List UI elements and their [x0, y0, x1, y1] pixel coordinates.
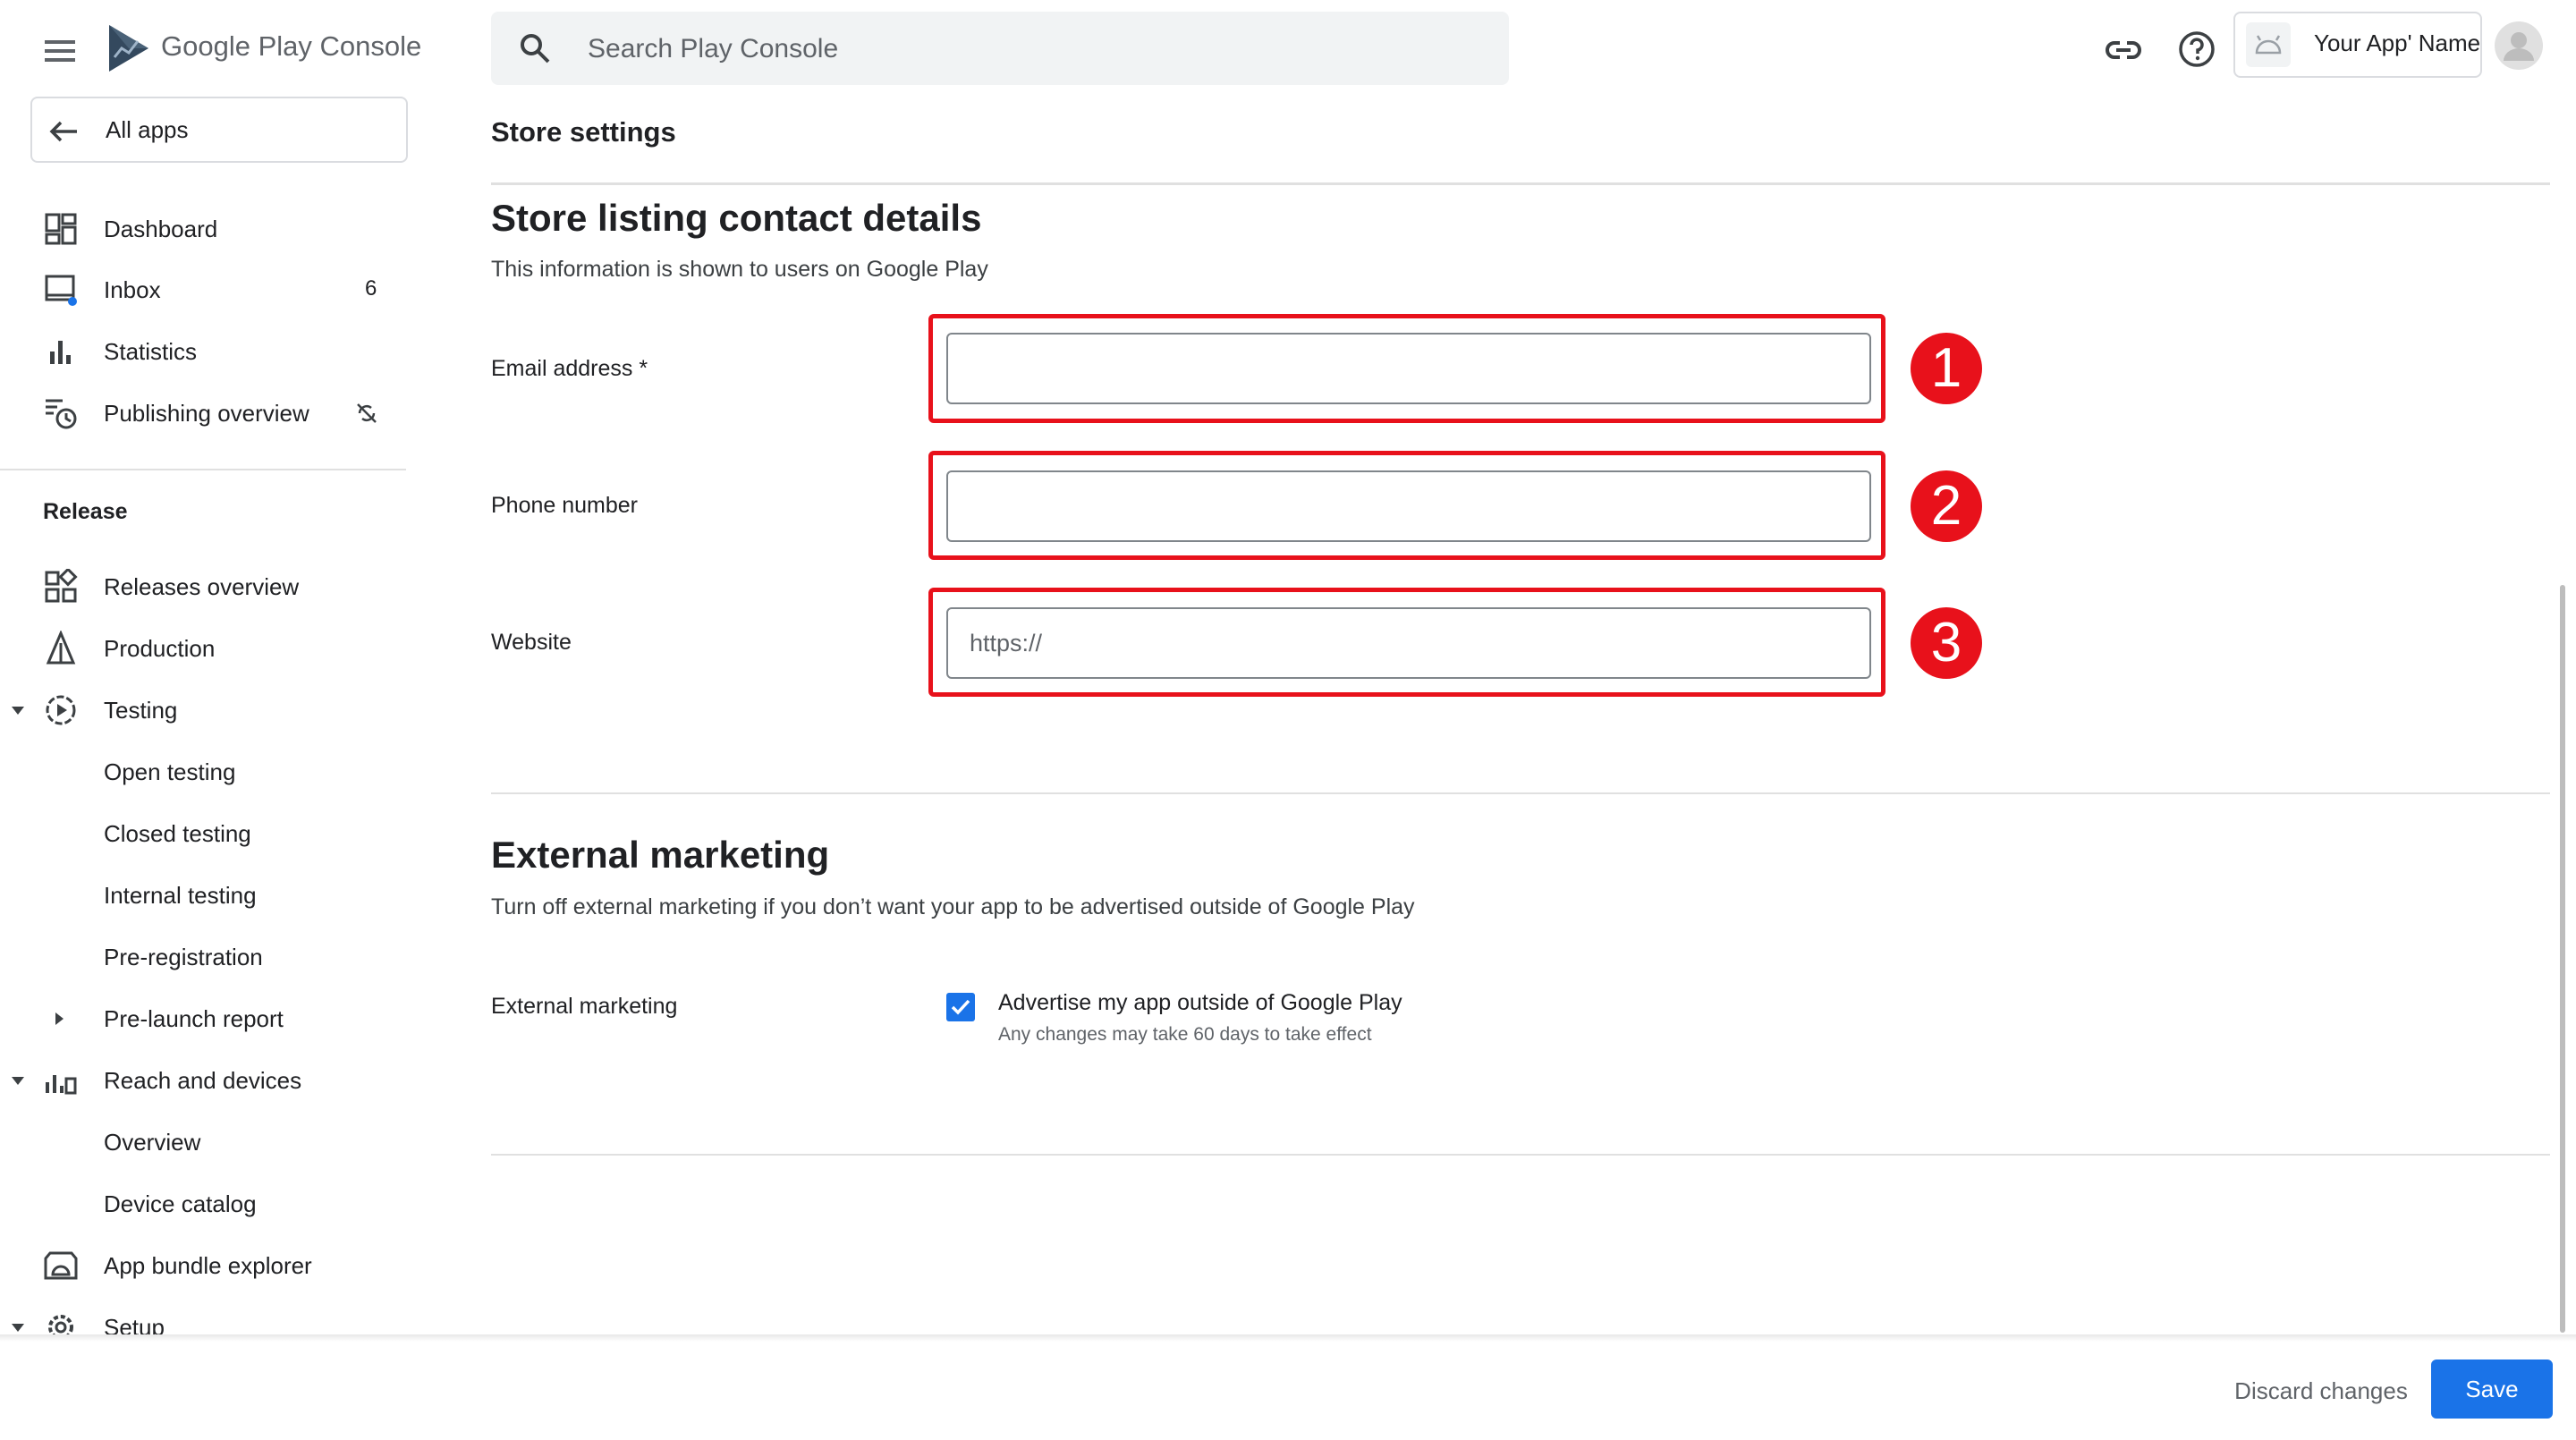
- chevron-down-icon[interactable]: [9, 1318, 27, 1336]
- sidebar-item-open-testing[interactable]: Open testing: [0, 745, 408, 799]
- external-marketing-checkbox[interactable]: [946, 993, 975, 1021]
- sidebar-item-label: Publishing overview: [104, 400, 309, 427]
- sidebar-item-label: Closed testing: [104, 820, 251, 847]
- sidebar-item-statistics[interactable]: Statistics: [0, 325, 408, 378]
- account-avatar[interactable]: [2495, 21, 2543, 70]
- app-selector[interactable]: Your App' Name: [2233, 12, 2482, 78]
- sidebar-item-releases-overview[interactable]: Releases overview: [0, 560, 408, 614]
- inbox-count: 6: [365, 276, 377, 301]
- dashboard-icon: [43, 211, 79, 247]
- sidebar-item-label: Internal testing: [104, 882, 257, 909]
- sidebar-item-testing[interactable]: Testing: [0, 683, 408, 737]
- search-bar[interactable]: [491, 12, 1509, 87]
- sidebar-item-label: Pre-registration: [104, 944, 263, 970]
- link-icon[interactable]: [2104, 30, 2143, 70]
- website-field[interactable]: [946, 607, 1871, 679]
- chevron-down-icon[interactable]: [9, 1072, 27, 1089]
- bar-chart-icon: [43, 334, 79, 369]
- releases-overview-icon: [43, 569, 79, 605]
- menu-icon[interactable]: [36, 27, 86, 77]
- website-label: Website: [491, 630, 572, 655]
- sidebar-item-dashboard[interactable]: Dashboard: [0, 202, 408, 256]
- footer-divider: [0, 1334, 2576, 1342]
- testing-icon: [43, 692, 79, 728]
- email-field[interactable]: [946, 333, 1871, 404]
- step-badge: 1: [1911, 333, 1982, 404]
- sidebar-item-label: Device catalog: [104, 1190, 257, 1217]
- sidebar-item-device-catalog[interactable]: Device catalog: [0, 1177, 408, 1231]
- sidebar-item-pre-registration[interactable]: Pre-registration: [0, 930, 408, 984]
- app-bundle-icon: [43, 1248, 79, 1283]
- checkbox-helper-text: Any changes may take 60 days to take eff…: [998, 1024, 1372, 1045]
- chevron-down-icon[interactable]: [9, 701, 27, 719]
- production-icon: [43, 631, 79, 666]
- release-heading: Release: [43, 499, 128, 524]
- divider: [491, 1154, 2550, 1156]
- sidebar-item-label: Testing: [104, 697, 178, 724]
- sidebar-item-label: Dashboard: [104, 216, 218, 242]
- section-description-marketing: Turn off external marketing if you don’t…: [491, 894, 1415, 919]
- divider: [491, 182, 2550, 185]
- sidebar-item-label: Statistics: [104, 338, 198, 365]
- sidebar-item-label: Inbox: [104, 276, 161, 303]
- page-title: Store settings: [491, 116, 676, 148]
- step-badge: 2: [1911, 470, 1982, 542]
- phone-field[interactable]: [946, 470, 1871, 542]
- sidebar-item-setup[interactable]: Setup: [0, 1300, 408, 1354]
- sidebar-item-app-bundle-explorer[interactable]: App bundle explorer: [0, 1239, 408, 1292]
- android-icon: [2246, 22, 2291, 67]
- help-icon[interactable]: [2176, 29, 2217, 70]
- external-marketing-label: External marketing: [491, 994, 678, 1019]
- inbox-icon: [43, 272, 79, 308]
- search-input[interactable]: [586, 12, 1466, 87]
- sidebar-item-production[interactable]: Production: [0, 622, 408, 675]
- scrollbar[interactable]: [2560, 585, 2565, 1333]
- discard-changes-button[interactable]: Discard changes: [2218, 1360, 2424, 1422]
- sidebar-item-label: Releases overview: [104, 573, 300, 600]
- reach-devices-icon: [43, 1063, 79, 1098]
- sidebar-item-reach-and-devices[interactable]: Reach and devices: [0, 1054, 408, 1107]
- sidebar-item-label: Pre-launch report: [104, 1005, 284, 1032]
- email-label: Email address *: [491, 356, 648, 381]
- sidebar-item-overview[interactable]: Overview: [0, 1115, 408, 1169]
- save-button[interactable]: Save: [2431, 1360, 2553, 1419]
- sidebar-item-label: Open testing: [104, 758, 236, 785]
- product-name: Google Play Console: [161, 30, 422, 62]
- sidebar-item-label: Production: [104, 635, 216, 662]
- sidebar-item-label: Reach and devices: [104, 1067, 302, 1094]
- sidebar-divider: [0, 469, 406, 470]
- sidebar-item-inbox[interactable]: Inbox 6: [0, 263, 408, 317]
- search-icon: [518, 31, 552, 65]
- all-apps-button[interactable]: All apps: [30, 97, 408, 163]
- sidebar-item-pre-launch-report[interactable]: Pre-launch report: [0, 992, 408, 1046]
- check-icon: [951, 999, 970, 1015]
- section-description-contact: This information is shown to users on Go…: [491, 257, 988, 282]
- divider: [491, 792, 2550, 794]
- phone-label: Phone number: [491, 493, 639, 518]
- arrow-back-icon: [47, 114, 80, 148]
- sidebar-item-internal-testing[interactable]: Internal testing: [0, 868, 408, 922]
- sidebar-item-label: Overview: [104, 1129, 201, 1156]
- sidebar-item-publishing-overview[interactable]: Publishing overview: [0, 386, 408, 440]
- publishing-overview-icon: [43, 395, 79, 431]
- chevron-right-icon[interactable]: [50, 1010, 68, 1028]
- sidebar-item-closed-testing[interactable]: Closed testing: [0, 807, 408, 860]
- sidebar-item-label: App bundle explorer: [104, 1252, 312, 1279]
- section-heading-contact: Store listing contact details: [491, 197, 982, 239]
- section-heading-marketing: External marketing: [491, 834, 830, 876]
- all-apps-label: All apps: [106, 116, 189, 143]
- step-badge: 3: [1911, 607, 1982, 679]
- sync-disabled-icon[interactable]: [354, 401, 379, 426]
- app-name: Your App' Name: [2314, 30, 2481, 56]
- play-console-logo-icon: [106, 23, 152, 73]
- checkbox-label: Advertise my app outside of Google Play: [998, 990, 1402, 1015]
